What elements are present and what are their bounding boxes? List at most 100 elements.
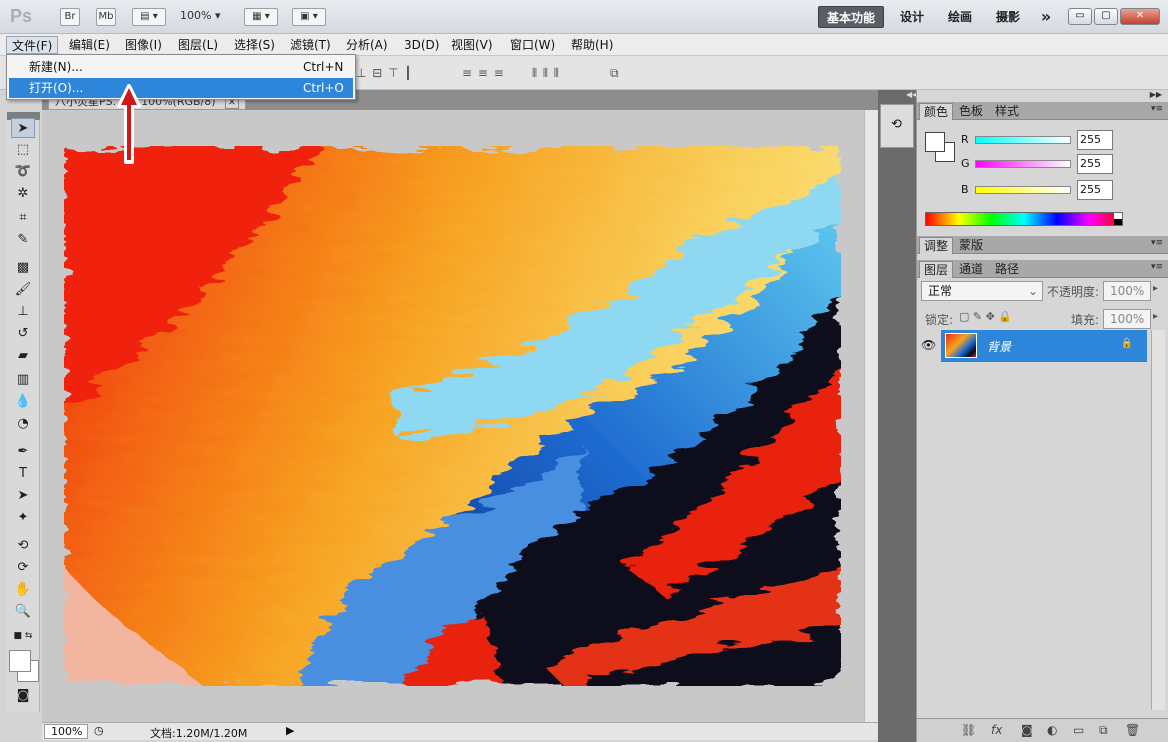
fill-arrow-icon[interactable]: ▸ <box>1153 311 1158 322</box>
hand-tool-icon[interactable]: ✋ <box>11 580 35 600</box>
more-workspaces-icon[interactable]: » <box>1034 6 1058 28</box>
restore-button[interactable]: ▢ <box>1094 8 1118 25</box>
menu-edit[interactable]: 编辑(E) <box>64 36 115 54</box>
workspace-design[interactable]: 设计 <box>892 6 932 28</box>
menu-select[interactable]: 选择(S) <box>229 36 280 54</box>
menu-window[interactable]: 窗口(W) <box>505 36 560 54</box>
menu-3d[interactable]: 3D(D) <box>399 36 444 54</box>
path-selection-tool-icon[interactable]: ➤ <box>11 486 35 506</box>
foreground-color-swatch[interactable] <box>9 650 31 672</box>
color-panel-menu-icon[interactable]: ▾≡ <box>1151 104 1163 114</box>
quick-mask-icon[interactable]: ◙ <box>11 686 35 706</box>
gradient-tool-icon[interactable]: ▥ <box>11 370 35 390</box>
tab-masks[interactable]: 蒙版 <box>955 237 987 254</box>
workspace-painting[interactable]: 绘画 <box>940 6 980 28</box>
shape-tool-icon[interactable]: ✦ <box>11 508 35 528</box>
opacity-input[interactable]: 100% <box>1103 281 1151 301</box>
menu-filter[interactable]: 滤镜(T) <box>285 36 336 54</box>
marquee-tool-icon[interactable]: ⬚ <box>11 140 35 160</box>
red-slider[interactable] <box>975 136 1071 144</box>
tab-layers[interactable]: 图层 <box>919 261 954 278</box>
delete-layer-icon[interactable]: 🗑 <box>1125 723 1140 737</box>
layer-visibility-eye-icon[interactable]: 👁 <box>921 338 936 352</box>
default-colors-icon[interactable]: ■ ⇆ <box>11 626 35 646</box>
dodge-tool-icon[interactable]: ◔ <box>11 414 35 434</box>
new-layer-icon[interactable]: ⧉ <box>1099 723 1108 738</box>
layers-scrollbar[interactable] <box>1151 330 1165 710</box>
menu-view[interactable]: 视图(V) <box>446 36 498 54</box>
blur-tool-icon[interactable]: 💧 <box>11 392 35 412</box>
eraser-tool-icon[interactable]: ▰ <box>11 346 35 366</box>
3d-orbit-tool-icon[interactable]: ⟳ <box>11 558 35 578</box>
close-button[interactable]: ✕ <box>1120 8 1160 25</box>
magic-wand-tool-icon[interactable]: ✲ <box>11 184 35 204</box>
minimize-button[interactable]: ▭ <box>1068 8 1092 25</box>
fill-input[interactable]: 100% <box>1103 309 1151 329</box>
lasso-tool-icon[interactable]: ➰ <box>11 162 35 182</box>
distribute-icons[interactable]: ≡ ≡ ≡ <box>462 66 505 80</box>
red-value-input[interactable]: 255 <box>1077 130 1113 150</box>
opacity-arrow-icon[interactable]: ▸ <box>1153 283 1158 294</box>
clone-stamp-tool-icon[interactable]: ⊥ <box>11 302 35 322</box>
view-extras-button[interactable]: ▤ ▾ <box>132 8 166 26</box>
link-layers-icon[interactable]: ⛓ <box>961 723 976 737</box>
auto-align-icon[interactable]: ⧉ <box>610 66 620 81</box>
vertical-scrollbar[interactable] <box>864 110 878 722</box>
tab-color[interactable]: 颜色 <box>919 103 954 120</box>
menu-help[interactable]: 帮助(H) <box>566 36 618 54</box>
zoom-tool-icon[interactable]: 🔍 <box>11 602 35 622</box>
align-icons[interactable]: ⊥ ⊟ ⊤ ┃ <box>356 66 413 80</box>
blue-value-input[interactable]: 255 <box>1077 180 1113 200</box>
status-zoom-field[interactable]: 100% <box>44 724 88 739</box>
color-spectrum-bar[interactable] <box>925 212 1123 226</box>
menu-item-open[interactable]: 打开(O)... Ctrl+O <box>9 78 353 98</box>
layer-row[interactable]: 👁 背景 🔒 <box>917 330 1147 362</box>
brush-tool-icon[interactable]: 🖌 <box>11 280 35 300</box>
mini-bridge-button[interactable]: Mb <box>96 8 116 26</box>
layer-style-icon[interactable]: fx <box>991 723 1002 737</box>
green-slider[interactable] <box>975 160 1071 168</box>
adjustment-layer-icon[interactable]: ◐ <box>1047 723 1057 737</box>
lock-icons[interactable]: ▢ ✎ ✥ 🔒 <box>959 310 1012 323</box>
green-value-input[interactable]: 255 <box>1077 154 1113 174</box>
tab-adjustments[interactable]: 调整 <box>919 237 954 254</box>
screen-mode-button[interactable]: ▣ ▾ <box>292 8 326 26</box>
layer-selected-bg[interactable]: 背景 🔒 <box>941 330 1147 362</box>
tab-swatches[interactable]: 色板 <box>955 103 987 120</box>
crop-tool-icon[interactable]: ⌗ <box>11 208 35 228</box>
menu-layer[interactable]: 图层(L) <box>173 36 223 54</box>
spectrum-bw-swatch[interactable] <box>1114 213 1122 225</box>
color-fg-swatch[interactable] <box>925 132 945 152</box>
adjustments-panel-menu-icon[interactable]: ▾≡ <box>1151 238 1163 248</box>
menu-analysis[interactable]: 分析(A) <box>341 36 393 54</box>
history-brush-tool-icon[interactable]: ↺ <box>11 324 35 344</box>
tab-styles[interactable]: 样式 <box>991 103 1023 120</box>
bridge-button[interactable]: Br <box>60 8 80 26</box>
menu-file[interactable]: 文件(F) <box>6 36 59 54</box>
menu-image[interactable]: 图像(I) <box>120 36 167 54</box>
collapse-panels-icon[interactable]: ▶▶ <box>1150 90 1162 99</box>
menu-item-new[interactable]: 新建(N)... Ctrl+N <box>9 57 353 77</box>
layer-mask-icon[interactable]: ◙ <box>1021 723 1033 737</box>
blue-slider[interactable] <box>975 186 1071 194</box>
type-tool-icon[interactable]: T <box>11 464 35 484</box>
workspace-photography[interactable]: 摄影 <box>988 6 1028 28</box>
blend-mode-select[interactable]: 正常 ⌄ <box>921 281 1043 301</box>
healing-brush-tool-icon[interactable]: ▩ <box>11 258 35 278</box>
move-tool-icon[interactable]: ➤ <box>11 118 35 138</box>
workspace-essentials[interactable]: 基本功能 <box>818 6 884 28</box>
zoom-dropdown[interactable]: 100% ▾ <box>180 9 220 22</box>
new-group-icon[interactable]: ▭ <box>1073 723 1084 737</box>
history-panel-icon[interactable]: ⟲ <box>880 104 914 148</box>
layers-panel-menu-icon[interactable]: ▾≡ <box>1151 262 1163 272</box>
distribute-horizontal-icons[interactable]: ⫴ ⫴ ⫴ <box>532 66 560 81</box>
status-menu-arrow-icon[interactable]: ▶ <box>286 724 294 737</box>
pen-tool-icon[interactable]: ✒ <box>11 442 35 462</box>
3d-rotate-tool-icon[interactable]: ⟲ <box>11 536 35 556</box>
document-canvas-image[interactable] <box>64 146 841 686</box>
tab-channels[interactable]: 通道 <box>955 261 987 278</box>
status-info-icon[interactable]: ◷ <box>94 724 104 737</box>
tab-paths[interactable]: 路径 <box>991 261 1023 278</box>
eyedropper-tool-icon[interactable]: ✎ <box>11 230 35 250</box>
arrange-documents-button[interactable]: ▦ ▾ <box>244 8 278 26</box>
